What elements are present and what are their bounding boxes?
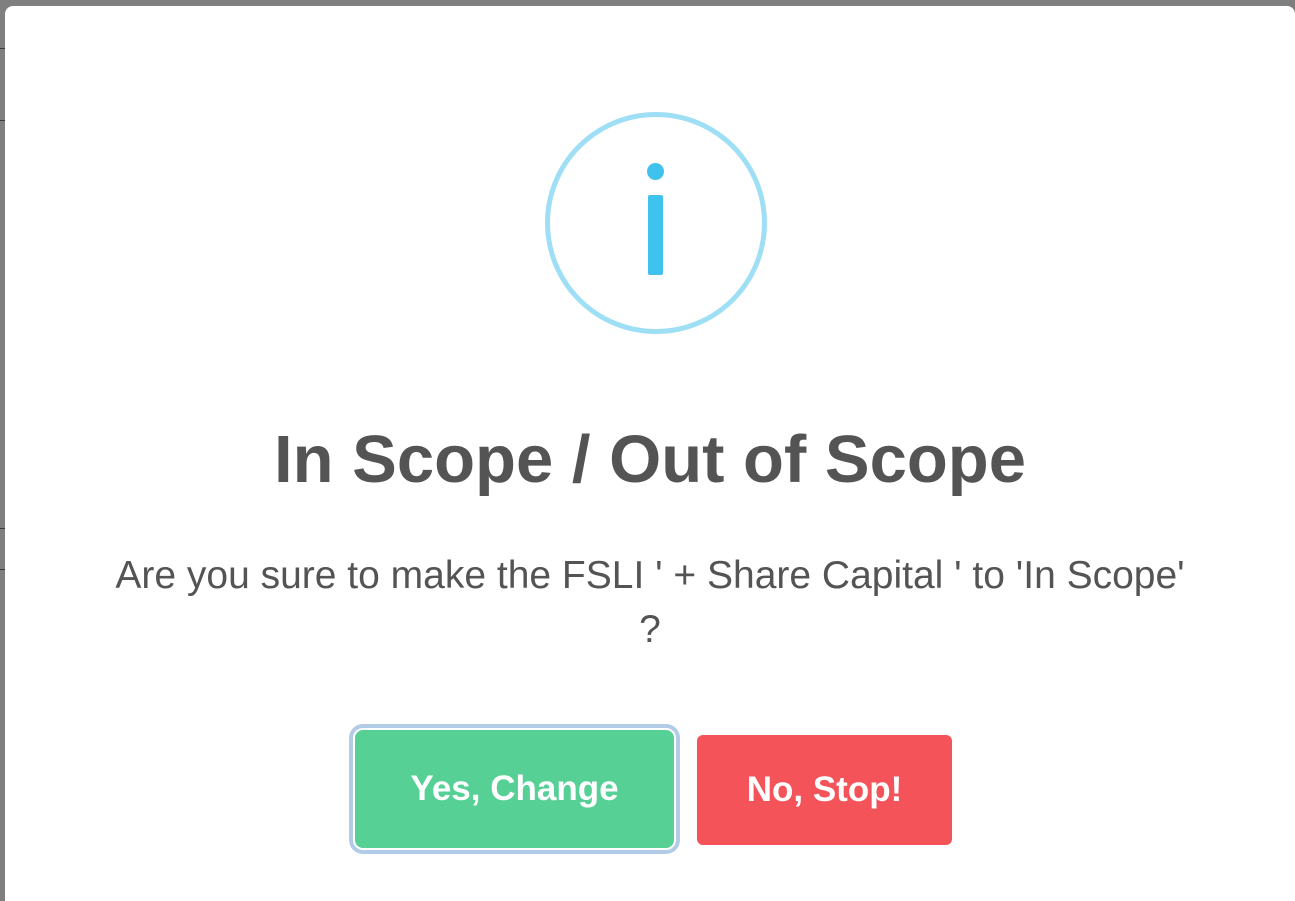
info-icon-dot xyxy=(647,163,664,180)
confirm-dialog: In Scope / Out of Scope Are you sure to … xyxy=(5,6,1295,901)
dialog-title: In Scope / Out of Scope xyxy=(274,422,1026,497)
no-stop-button[interactable]: No, Stop! xyxy=(697,735,952,845)
yes-change-button[interactable]: Yes, Change xyxy=(353,728,676,850)
info-icon-bar xyxy=(648,195,663,275)
dialog-message: Are you sure to make the FSLI ' + Share … xyxy=(115,554,1185,651)
info-icon xyxy=(545,112,767,334)
